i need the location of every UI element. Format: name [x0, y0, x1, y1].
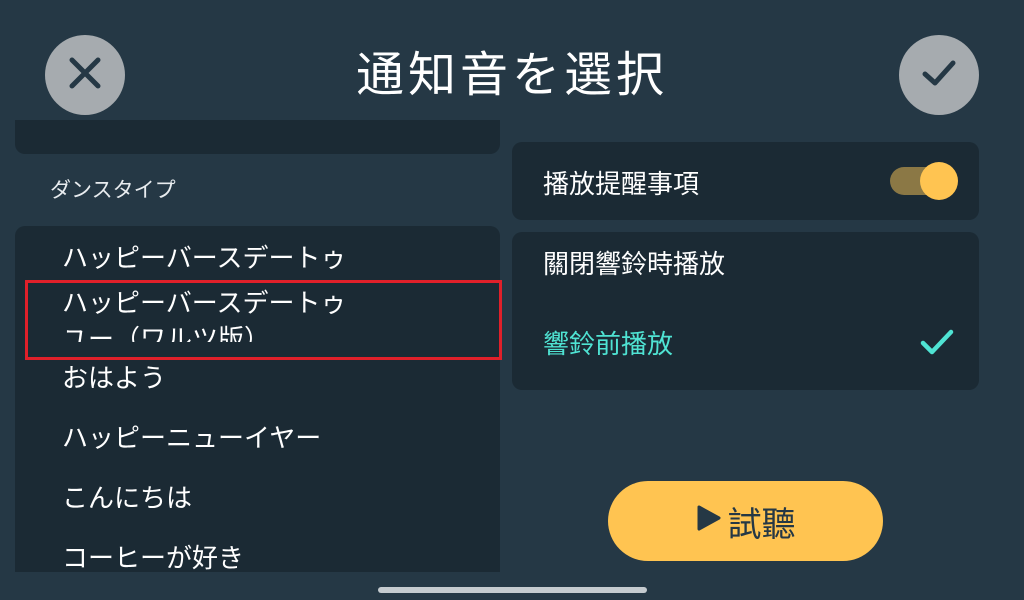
checkmark-icon [919, 53, 959, 97]
play-icon [696, 501, 722, 541]
close-icon [67, 55, 103, 95]
preview-label: 試聽 [727, 504, 796, 545]
selection-highlight [25, 280, 502, 360]
selected-check-icon [920, 328, 954, 362]
previous-list-panel [15, 120, 500, 154]
list-item[interactable]: ハッピーニューイヤー [62, 418, 321, 455]
timing-option-before-ring[interactable]: 響鈴前播放 [543, 324, 673, 361]
preview-button[interactable]: 試聽 [608, 481, 883, 561]
close-button[interactable] [45, 35, 125, 115]
toggle-knob [920, 162, 958, 200]
list-item[interactable]: ハッピーバースデートゥ [62, 238, 346, 275]
reminder-card: 播放提醒事項 [512, 142, 979, 220]
list-item[interactable]: おはよう [62, 358, 166, 395]
timing-option-on-dismiss[interactable]: 關閉響鈴時播放 [543, 244, 725, 281]
list-item[interactable]: コーヒーが好き [62, 538, 244, 572]
list-item[interactable]: こんにちは [62, 478, 192, 515]
home-indicator[interactable] [378, 587, 647, 593]
reminder-label: 播放提醒事項 [543, 170, 700, 200]
sound-list[interactable]: ハッピーバースデートゥ ハッピーバースデートゥ ユー（ワルツ版） おはよう ハッ… [15, 226, 500, 572]
confirm-button[interactable] [899, 35, 979, 115]
section-label: ダンスタイプ [50, 178, 176, 202]
page-title: 通知音を選択 [355, 47, 668, 103]
timing-card: 關閉響鈴時播放 響鈴前播放 [512, 232, 979, 390]
